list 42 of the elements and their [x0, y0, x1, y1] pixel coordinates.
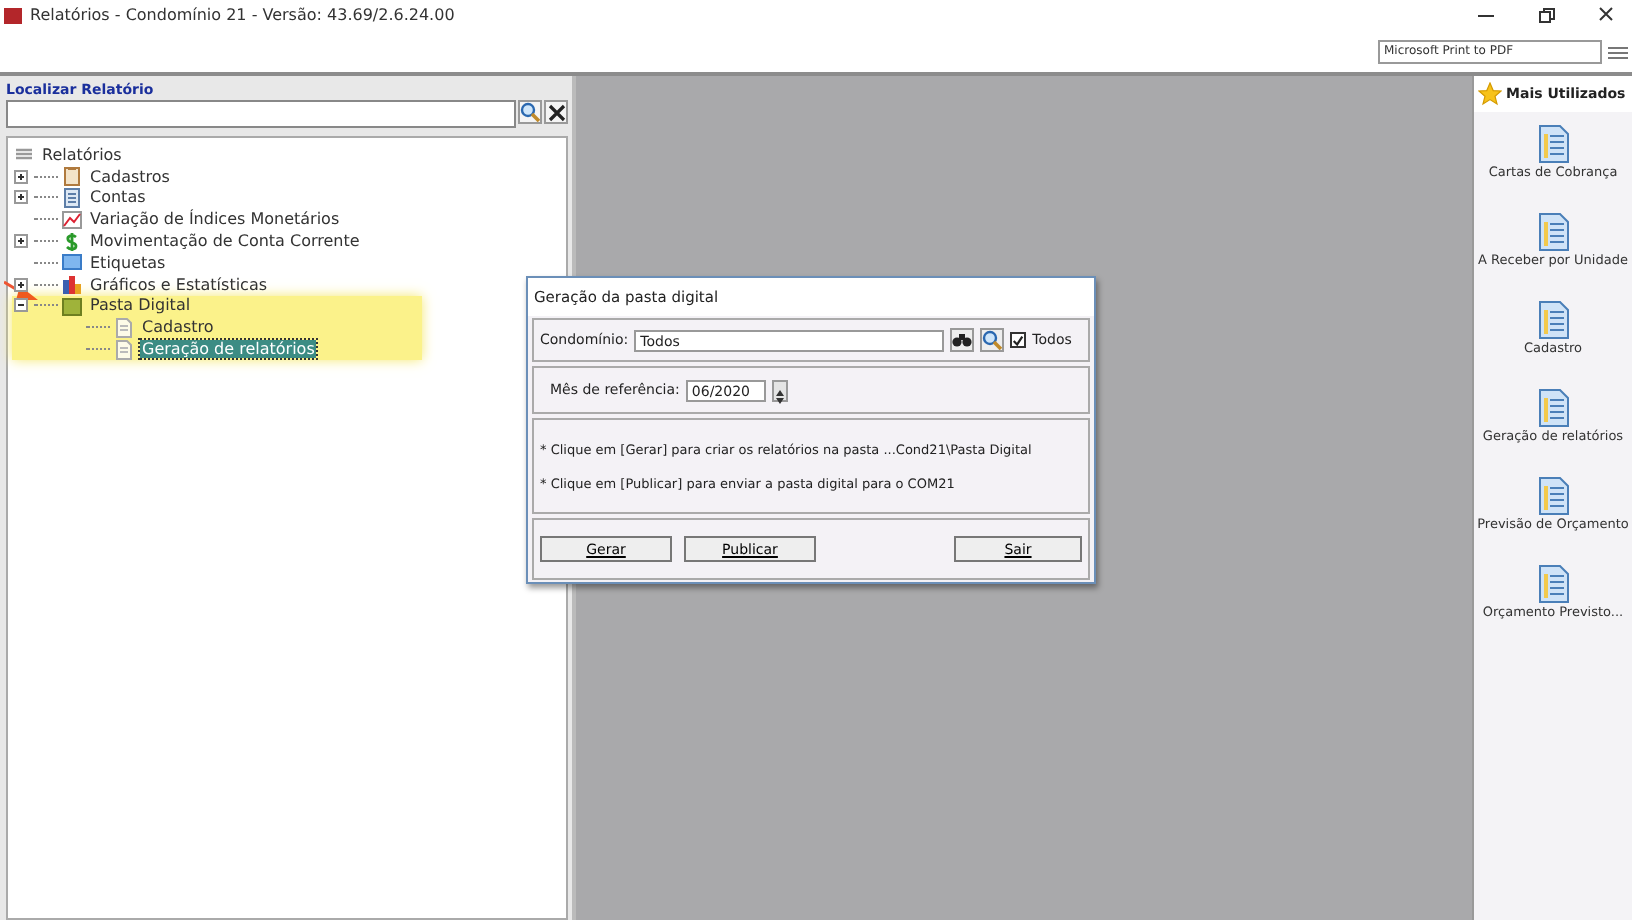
menu-icon[interactable] [1608, 43, 1628, 59]
report-icon[interactable] [1537, 476, 1569, 516]
tree-item[interactable]: Etiquetas [88, 253, 168, 272]
star-icon [1478, 82, 1502, 106]
label-icon [62, 252, 82, 273]
expand-icon[interactable] [14, 277, 28, 292]
clipboard-icon [62, 166, 82, 187]
binoculars-button[interactable] [950, 328, 975, 352]
tree-item[interactable]: Gráficos e Estatísticas [88, 275, 270, 294]
collapse-icon[interactable] [14, 298, 28, 313]
report-icon[interactable] [1537, 300, 1569, 340]
window-title: Relatórios - Condomínio 21 - Versão: 43.69/2.6.24.00 [30, 6, 457, 24]
report-icon[interactable] [1537, 564, 1569, 604]
report-icon[interactable] [1537, 388, 1569, 428]
bar-chart-icon [62, 274, 82, 295]
dollar-icon [62, 231, 82, 252]
clear-button[interactable] [544, 100, 568, 124]
chart-icon [62, 209, 82, 230]
search-field[interactable] [6, 100, 516, 128]
todos-checkbox[interactable] [1010, 332, 1027, 348]
page-icon [114, 339, 134, 360]
report-icon[interactable] [1537, 212, 1569, 252]
report-icon[interactable] [1537, 124, 1569, 164]
tree-item[interactable]: Contas [88, 188, 148, 207]
app-icon [4, 7, 22, 23]
tree-item[interactable]: Geração de relatórios [140, 340, 317, 359]
tree-item[interactable]: Cadastro [140, 318, 216, 337]
page-icon [114, 317, 134, 338]
tree-item[interactable]: Cadastros [88, 167, 172, 186]
tree-item[interactable]: Pasta Digital [88, 296, 193, 315]
tree-item[interactable]: Relatórios [40, 145, 124, 164]
tree-item[interactable]: Variação de Índices Monetários [88, 210, 342, 229]
spin-button[interactable] [771, 379, 788, 401]
tree-item[interactable]: Movimentação de Conta Corrente [88, 232, 362, 251]
expand-icon[interactable] [14, 190, 28, 205]
expand-icon[interactable] [14, 234, 28, 249]
search-button[interactable] [518, 100, 542, 124]
expand-icon[interactable] [14, 169, 28, 184]
folder-icon [62, 295, 82, 316]
document-icon [62, 187, 82, 208]
search-button[interactable] [980, 328, 1005, 352]
tree-root-icon [14, 144, 34, 165]
